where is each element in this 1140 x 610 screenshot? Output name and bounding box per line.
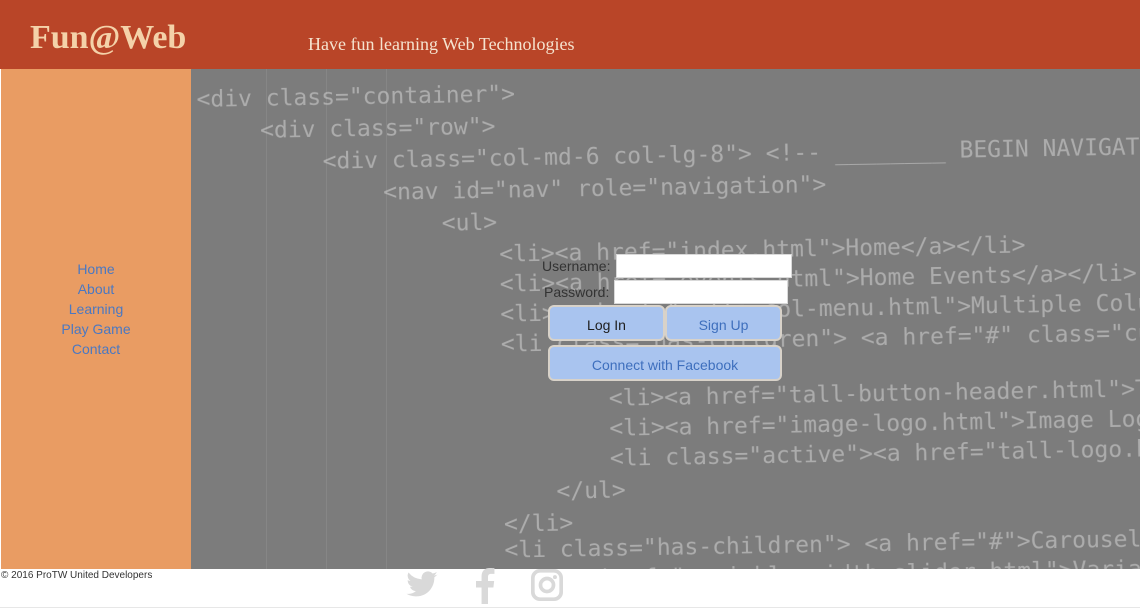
- code-line: <div class="row">: [259, 113, 496, 144]
- sidebar-item-about[interactable]: About: [78, 281, 115, 297]
- sidebar-item-play-game[interactable]: Play Game: [61, 321, 130, 337]
- facebook-connect-button[interactable]: Connect with Facebook: [548, 345, 782, 381]
- code-line: </ul>: [556, 477, 626, 505]
- code-line: <ul>: [441, 209, 498, 237]
- code-line: <div class="container">: [196, 81, 516, 113]
- sidebar-item-learning[interactable]: Learning: [69, 301, 124, 317]
- sidebar-item-contact[interactable]: Contact: [72, 341, 120, 357]
- footer-divider: [0, 607, 1140, 608]
- sidebar-item-home[interactable]: Home: [77, 261, 114, 277]
- username-label: Username:: [542, 258, 611, 274]
- copyright-text: © 2016 ProTW United Developers: [1, 570, 153, 581]
- header-bar: Fun@Web Have fun learning Web Technologi…: [0, 0, 1140, 69]
- sidebar-nav: Home About Learning Play Game Contact: [1, 259, 191, 359]
- password-label: Password:: [544, 284, 610, 300]
- facebook-icon[interactable]: [474, 568, 496, 604]
- twitter-icon[interactable]: [404, 568, 440, 602]
- instagram-icon[interactable]: [530, 568, 564, 602]
- signup-button[interactable]: Sign Up: [665, 305, 782, 341]
- password-input[interactable]: [614, 280, 788, 304]
- brand-logo[interactable]: Fun@Web: [30, 18, 186, 58]
- code-line: <nav id="nav" role="navigation">: [382, 171, 827, 206]
- login-form: Username: Password: Log In Sign Up Conne…: [538, 252, 798, 392]
- sidebar: Home About Learning Play Game Contact: [1, 69, 191, 569]
- page-tagline: Have fun learning Web Technologies: [308, 34, 575, 54]
- username-input[interactable]: [616, 254, 792, 278]
- login-button[interactable]: Log In: [548, 305, 665, 341]
